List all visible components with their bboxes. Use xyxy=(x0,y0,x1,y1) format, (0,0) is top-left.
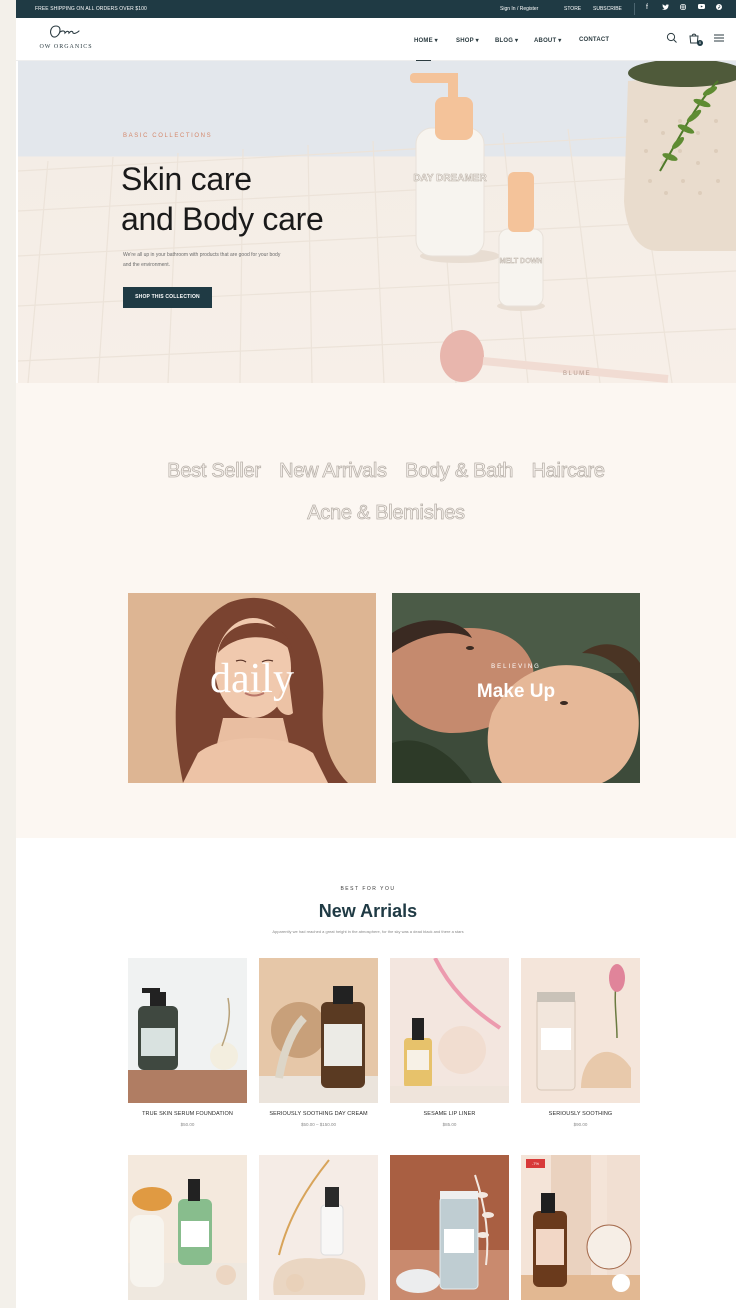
product-image xyxy=(259,1155,378,1300)
product-image xyxy=(128,958,247,1103)
product-card[interactable]: TRUE SKIN SERUM FOUNDATION $50.00 xyxy=(128,958,247,1127)
product-image xyxy=(259,958,378,1103)
product-price: $50.00 – $150.00 xyxy=(300,1122,337,1127)
product-name[interactable]: SERIOUSLY SOOTHING xyxy=(521,1111,640,1117)
product-card[interactable]: -7% xyxy=(521,1155,640,1300)
product-card[interactable]: SERIOUSLY SOOTHING DAY CREAM $50.00 – $1… xyxy=(259,958,378,1127)
product-card[interactable]: SERIOUSLY SOOTHING $90.00 xyxy=(521,958,640,1127)
product-image xyxy=(390,958,509,1103)
product-image xyxy=(390,1155,509,1300)
product-price: $85.00 xyxy=(442,1122,457,1127)
product-image xyxy=(128,1155,247,1300)
product-image xyxy=(521,958,640,1103)
product-card[interactable] xyxy=(259,1155,378,1300)
product-price: $90.00 xyxy=(573,1122,588,1127)
product-card[interactable]: SESAME LIP LINER $85.00 xyxy=(390,958,509,1127)
product-grid: TRUE SKIN SERUM FOUNDATION $50.00 SERIOU… xyxy=(0,0,736,1308)
product-name[interactable]: SERIOUSLY SOOTHING DAY CREAM xyxy=(259,1111,378,1117)
sale-badge: -7% xyxy=(526,1159,545,1168)
product-name[interactable]: TRUE SKIN SERUM FOUNDATION xyxy=(128,1111,247,1117)
product-name[interactable]: SESAME LIP LINER xyxy=(390,1111,509,1117)
product-image xyxy=(521,1155,640,1300)
product-price: $50.00 xyxy=(180,1122,195,1127)
product-card[interactable] xyxy=(390,1155,509,1300)
product-card[interactable] xyxy=(128,1155,247,1300)
